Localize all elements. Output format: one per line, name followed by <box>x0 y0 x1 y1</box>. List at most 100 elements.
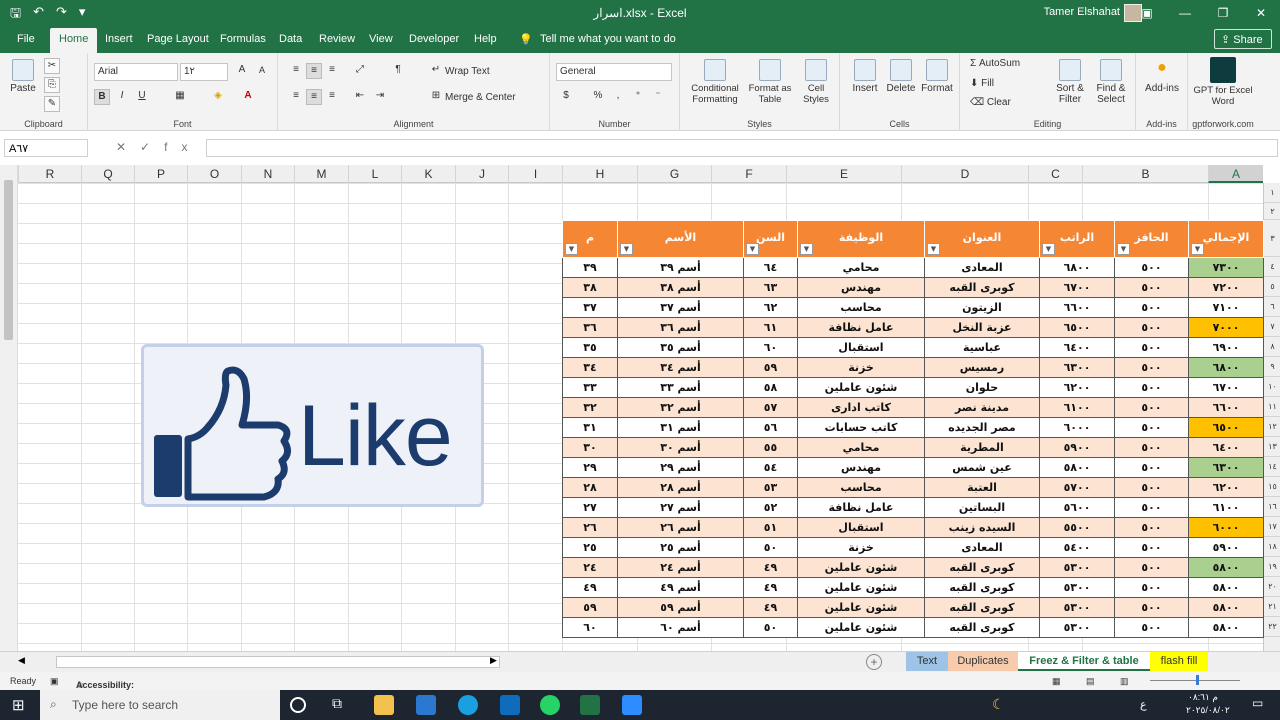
gpt-for-excel-button[interactable]: GPT for Excel Word <box>1192 57 1254 107</box>
column-header-q[interactable]: Q <box>81 165 134 183</box>
table-cell-total[interactable]: ٦٩٠٠ <box>1188 337 1264 358</box>
row-header[interactable]: ٥ <box>1264 277 1280 297</box>
table-cell-index[interactable]: ٣٠ <box>562 437 618 458</box>
file-explorer-icon[interactable] <box>374 695 394 715</box>
format-as-table-button[interactable]: Format as Table <box>746 59 794 105</box>
row-header[interactable]: ١٣ <box>1264 437 1280 457</box>
table-cell-address[interactable]: كوبرى القبه <box>924 577 1040 598</box>
table-cell-age[interactable]: ٥٨ <box>743 377 798 398</box>
table-cell-address[interactable]: العتبة <box>924 477 1040 498</box>
table-cell-job[interactable]: استقبال <box>797 517 925 538</box>
table-cell-total[interactable]: ٦٤٠٠ <box>1188 437 1264 458</box>
table-cell-incentive[interactable]: ٥٠٠ <box>1114 477 1189 498</box>
close-icon[interactable]: ✕ <box>1242 0 1280 26</box>
table-cell-incentive[interactable]: ٥٠٠ <box>1114 577 1189 598</box>
table-cell-address[interactable]: الزيتون <box>924 297 1040 318</box>
table-cell-job[interactable]: شئون عاملين <box>797 557 925 578</box>
table-cell-job[interactable]: عامل نظافة <box>797 497 925 518</box>
copy-icon[interactable]: ⎘ <box>44 77 60 93</box>
table-cell-address[interactable]: كوبرى القبه <box>924 617 1040 638</box>
notification-icon[interactable]: ▭ <box>1252 696 1263 710</box>
tab-view[interactable]: View <box>369 33 393 45</box>
underline-button[interactable]: U <box>134 89 150 105</box>
table-cell-salary[interactable]: ٥٩٠٠ <box>1039 437 1115 458</box>
align-middle-icon[interactable]: ≡ <box>306 63 322 79</box>
table-cell-address[interactable]: المعادى <box>924 537 1040 558</box>
table-cell-age[interactable]: ٥٢ <box>743 497 798 518</box>
column-header-k[interactable]: K <box>401 165 455 183</box>
row-header[interactable]: ١٦ <box>1264 497 1280 517</box>
percent-button[interactable]: % <box>590 89 606 105</box>
sheet-tab[interactable]: Text <box>906 652 948 671</box>
decrease-indent-icon[interactable]: ⇤ <box>352 89 368 105</box>
table-cell-name[interactable]: أسم ٥٩ <box>617 597 744 618</box>
table-cell-incentive[interactable]: ٥٠٠ <box>1114 297 1189 318</box>
table-cell-incentive[interactable]: ٥٠٠ <box>1114 597 1189 618</box>
table-cell-age[interactable]: ٦١ <box>743 317 798 338</box>
table-cell-name[interactable]: أسم ٣١ <box>617 417 744 438</box>
vertical-scrollbar[interactable] <box>0 165 18 651</box>
row-header[interactable]: ١٢ <box>1264 417 1280 437</box>
align-left-icon[interactable]: ≡ <box>288 89 304 105</box>
table-cell-address[interactable]: مدينة نصر <box>924 397 1040 418</box>
table-cell-job[interactable]: كاتب ادارى <box>797 397 925 418</box>
row-header[interactable]: ١٩ <box>1264 557 1280 577</box>
store-icon[interactable] <box>416 695 436 715</box>
table-cell-age[interactable]: ٥٣ <box>743 477 798 498</box>
addins-button[interactable]: ● Add-ins <box>1140 59 1184 94</box>
zoom-thumb[interactable] <box>1196 675 1199 685</box>
table-cell-name[interactable]: أسم ٣٠ <box>617 437 744 458</box>
table-cell-salary[interactable]: ٦٣٠٠ <box>1039 357 1115 378</box>
table-cell-total[interactable]: ٥٨٠٠ <box>1188 577 1264 598</box>
table-cell-address[interactable]: رمسيس <box>924 357 1040 378</box>
row-header[interactable]: ١٤ <box>1264 457 1280 477</box>
table-cell-salary[interactable]: ٦٦٠٠ <box>1039 297 1115 318</box>
table-cell-index[interactable]: ٢٤ <box>562 557 618 578</box>
filter-dropdown-icon[interactable]: ▼ <box>927 243 940 255</box>
table-cell-salary[interactable]: ٦٤٠٠ <box>1039 337 1115 358</box>
row-header[interactable]: ٢١ <box>1264 597 1280 617</box>
table-cell-job[interactable]: مهندس <box>797 277 925 298</box>
decrease-font-icon[interactable]: A <box>254 63 270 79</box>
paste-button[interactable]: Paste <box>8 59 38 94</box>
filter-dropdown-icon[interactable]: ▼ <box>1042 243 1055 255</box>
table-cell-incentive[interactable]: ٥٠٠ <box>1114 537 1189 558</box>
horizontal-scrollbar[interactable] <box>56 656 500 668</box>
autosum-button[interactable]: Σ AutoSum <box>970 58 1020 69</box>
table-cell-index[interactable]: ٣٤ <box>562 357 618 378</box>
table-cell-total[interactable]: ٦١٠٠ <box>1188 497 1264 518</box>
table-cell-address[interactable]: كوبرى القبه <box>924 277 1040 298</box>
table-cell-name[interactable]: أسم ٣٨ <box>617 277 744 298</box>
insert-cells-button[interactable]: Insert <box>848 59 882 94</box>
table-cell-age[interactable]: ٥٥ <box>743 437 798 458</box>
table-cell-salary[interactable]: ٥٧٠٠ <box>1039 477 1115 498</box>
tab-help[interactable]: Help <box>474 33 497 45</box>
tab-file[interactable]: File <box>17 33 35 45</box>
column-header-b[interactable]: B <box>1082 165 1208 183</box>
tab-review[interactable]: Review <box>319 33 355 45</box>
table-cell-job[interactable]: كاتب حسابات <box>797 417 925 438</box>
filter-dropdown-icon[interactable]: ▼ <box>746 243 759 255</box>
tab-home[interactable]: Home <box>50 28 98 53</box>
find-select-button[interactable]: Find & Select <box>1092 59 1130 105</box>
table-cell-name[interactable]: أسم ٣٢ <box>617 397 744 418</box>
table-cell-name[interactable]: أسم ٣٦ <box>617 317 744 338</box>
column-header-r[interactable]: R <box>18 165 81 183</box>
excel-icon[interactable] <box>580 695 600 715</box>
table-cell-age[interactable]: ٥٠ <box>743 537 798 558</box>
table-cell-index[interactable]: ٥٩ <box>562 597 618 618</box>
table-cell-address[interactable]: البساتين <box>924 497 1040 518</box>
filter-dropdown-icon[interactable]: ▼ <box>1117 243 1130 255</box>
table-cell-total[interactable]: ٧٢٠٠ <box>1188 277 1264 298</box>
table-cell-index[interactable]: ٣٣ <box>562 377 618 398</box>
table-cell-index[interactable]: ٦٠ <box>562 617 618 638</box>
table-cell-incentive[interactable]: ٥٠٠ <box>1114 497 1189 518</box>
table-cell-salary[interactable]: ٥٣٠٠ <box>1039 577 1115 598</box>
table-cell-index[interactable]: ٣١ <box>562 417 618 438</box>
table-cell-incentive[interactable]: ٥٠٠ <box>1114 397 1189 418</box>
font-size-select[interactable]: 1٢ <box>180 63 228 81</box>
zoom-app-icon[interactable] <box>622 695 642 715</box>
table-cell-total[interactable]: ٦٣٠٠ <box>1188 457 1264 478</box>
table-cell-incentive[interactable]: ٥٠٠ <box>1114 257 1189 278</box>
column-header-a[interactable]: A <box>1208 165 1263 183</box>
